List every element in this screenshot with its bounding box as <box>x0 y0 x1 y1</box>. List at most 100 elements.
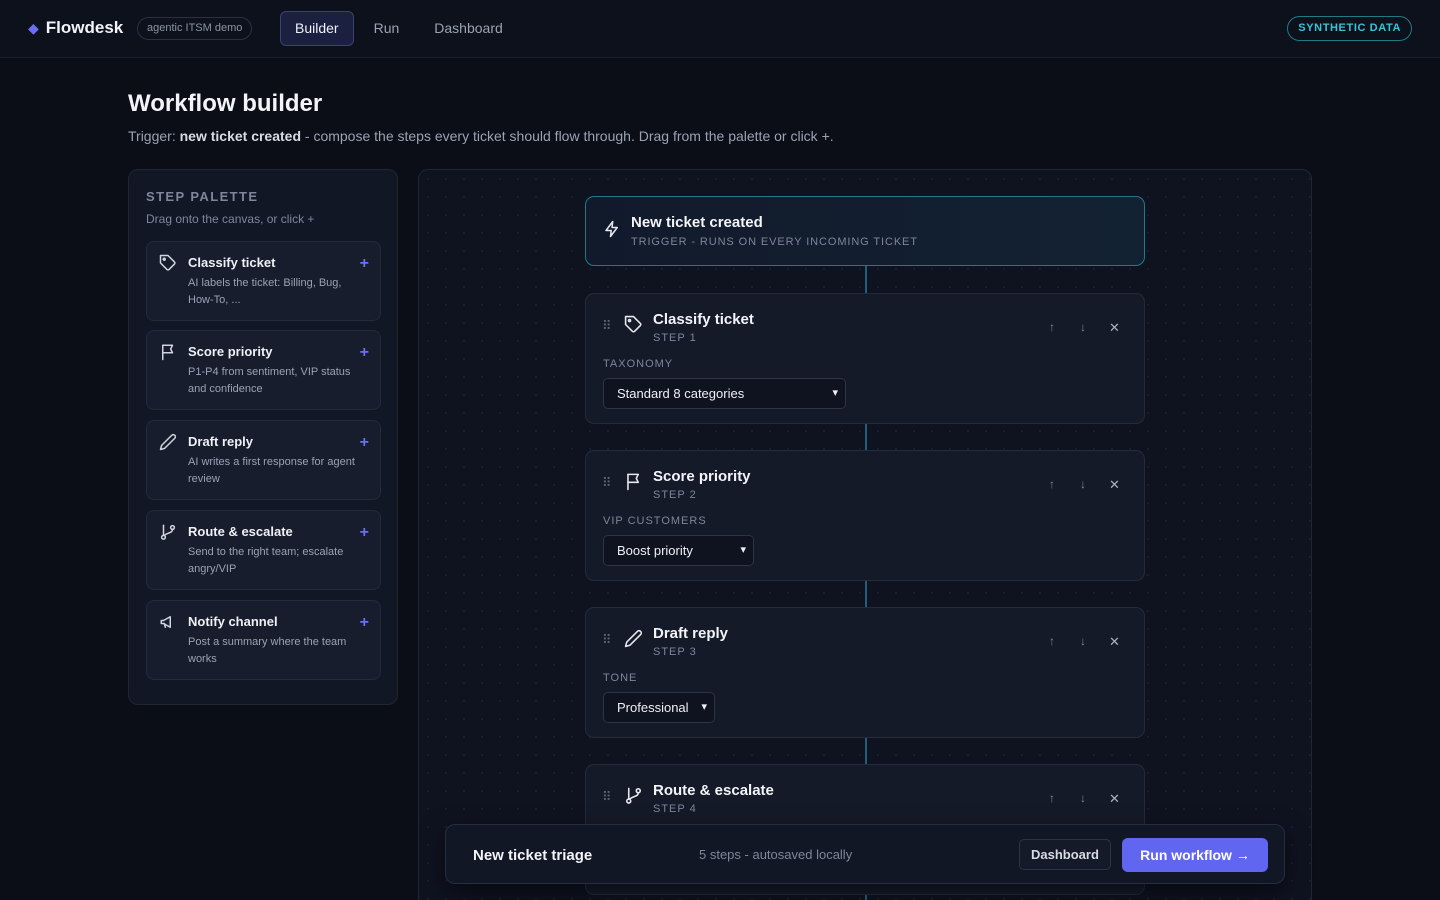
palette-item-priority[interactable]: Score priority P1-P4 from sentiment, VIP… <box>146 330 381 410</box>
tab-builder[interactable]: Builder <box>280 11 354 46</box>
palette-item-route[interactable]: Route & escalate Send to the right team;… <box>146 510 381 590</box>
workflow-action-bar: New ticket triage 5 steps - autosaved lo… <box>445 824 1285 884</box>
palette-item-desc: AI writes a first response for agent rev… <box>188 456 355 485</box>
step-number: STEP 4 <box>653 803 697 815</box>
move-down-button[interactable]: ↓ <box>1080 320 1086 334</box>
subtitle-rest: - compose the steps every ticket should … <box>301 128 834 144</box>
pencil-icon <box>159 433 177 451</box>
remove-step-button[interactable]: ✕ <box>1109 791 1120 807</box>
synthetic-data-badge: SYNTHETIC DATA <box>1287 16 1412 41</box>
palette-item-desc: AI labels the ticket: Billing, Bug, How-… <box>188 277 342 306</box>
palette-item-classify[interactable]: Classify ticket AI labels the ticket: Bi… <box>146 241 381 321</box>
connector-line <box>865 266 867 293</box>
step-title: Classify ticket <box>653 311 754 328</box>
megaphone-icon <box>159 613 177 631</box>
drag-handle-icon[interactable]: ⠿ <box>602 632 611 648</box>
brand[interactable]: ◆ Flowdesk <box>28 18 123 38</box>
move-up-button[interactable]: ↑ <box>1049 791 1055 805</box>
connector-line <box>865 580 867 607</box>
top-bar: ◆ Flowdesk agentic ITSM demo Builder Run… <box>0 0 1440 58</box>
palette-item-desc: Post a summary where the team works <box>188 636 347 665</box>
workflow-canvas[interactable]: New ticket created TRIGGER - RUNS ON EVE… <box>418 169 1312 900</box>
add-route-button[interactable]: + <box>360 524 369 542</box>
chevron-down-icon: ▾ <box>740 544 746 556</box>
tab-run[interactable]: Run <box>359 11 415 46</box>
palette-item-name: Route & escalate <box>188 524 293 539</box>
field-label: TAXONOMY <box>603 358 674 370</box>
palette-item-draft[interactable]: Draft reply AI writes a first response f… <box>146 420 381 500</box>
palette-item-name: Draft reply <box>188 434 254 449</box>
brand-name: Flowdesk <box>45 18 124 37</box>
step-card-draft[interactable]: ⠿ Draft reply STEP 3 ↑ ↓ ✕ TONE Professi… <box>585 607 1145 738</box>
trigger-subtitle: TRIGGER - RUNS ON EVERY INCOMING TICKET <box>631 236 918 248</box>
autosave-status: 5 steps - autosaved locally <box>699 847 853 862</box>
step-title: Score priority <box>653 468 751 485</box>
palette-item-name: Notify channel <box>188 614 278 629</box>
tag-icon <box>159 254 177 272</box>
add-classify-button[interactable]: + <box>360 255 369 273</box>
move-up-button[interactable]: ↑ <box>1049 477 1055 491</box>
palette-title: STEP PALETTE <box>146 189 259 204</box>
connector-line <box>865 737 867 764</box>
trigger-card[interactable]: New ticket created TRIGGER - RUNS ON EVE… <box>585 196 1145 266</box>
drag-handle-icon[interactable]: ⠿ <box>602 475 611 491</box>
remove-step-button[interactable]: ✕ <box>1109 477 1120 493</box>
tab-dashboard[interactable]: Dashboard <box>419 11 518 46</box>
trigger-title: New ticket created <box>631 214 763 231</box>
palette-item-desc: Send to the right team; escalate angry/V… <box>188 546 344 575</box>
move-down-button[interactable]: ↓ <box>1080 634 1086 648</box>
move-down-button[interactable]: ↓ <box>1080 791 1086 805</box>
palette-item-name: Score priority <box>188 344 273 359</box>
palette-item-notify[interactable]: Notify channel Post a summary where the … <box>146 600 381 680</box>
palette-hint: Drag onto the canvas, or click + <box>146 212 315 226</box>
remove-step-button[interactable]: ✕ <box>1109 320 1120 336</box>
step-number: STEP 3 <box>653 646 697 658</box>
palette-item-desc: P1-P4 from sentiment, VIP status and con… <box>188 366 351 395</box>
demo-badge: agentic ITSM demo <box>137 17 253 40</box>
field-label: VIP CUSTOMERS <box>603 515 707 527</box>
select-value: Boost priority <box>617 543 693 558</box>
tone-select[interactable]: Professional ▾ <box>603 692 715 723</box>
move-up-button[interactable]: ↑ <box>1049 634 1055 648</box>
vip-customers-select[interactable]: Boost priority ▾ <box>603 535 754 566</box>
diamond-logo-icon: ◆ <box>28 19 39 36</box>
main-nav: Builder Run Dashboard <box>280 11 523 46</box>
move-down-button[interactable]: ↓ <box>1080 477 1086 491</box>
subtitle-prefix: Trigger: <box>128 128 180 144</box>
select-value: Professional <box>617 700 689 715</box>
remove-step-button[interactable]: ✕ <box>1109 634 1120 650</box>
lightning-icon <box>603 220 621 238</box>
step-title: Route & escalate <box>653 782 774 799</box>
connector-line <box>865 423 867 450</box>
step-title: Draft reply <box>653 625 729 642</box>
step-card-priority[interactable]: ⠿ Score priority STEP 2 ↑ ↓ ✕ VIP CUSTOM… <box>585 450 1145 581</box>
select-value: Standard 8 categories <box>617 386 745 401</box>
step-card-classify[interactable]: ⠿ Classify ticket STEP 1 ↑ ↓ ✕ TAXONOMY … <box>585 293 1145 424</box>
move-up-button[interactable]: ↑ <box>1049 320 1055 334</box>
chevron-down-icon: ▾ <box>701 701 707 713</box>
flag-icon <box>624 472 643 491</box>
drag-handle-icon[interactable]: ⠿ <box>602 318 611 334</box>
pencil-icon <box>624 629 643 648</box>
flag-icon <box>159 343 177 361</box>
page-title: Workflow builder <box>128 90 323 117</box>
palette-item-name: Classify ticket <box>188 255 276 270</box>
step-number: STEP 1 <box>653 332 697 344</box>
step-palette: STEP PALETTE Drag onto the canvas, or cl… <box>128 169 398 705</box>
dashboard-button[interactable]: Dashboard <box>1019 839 1111 870</box>
workflow-name[interactable]: New ticket triage <box>473 847 592 864</box>
step-number: STEP 2 <box>653 489 697 501</box>
page-subtitle: Trigger: new ticket created - compose th… <box>128 128 834 144</box>
chevron-down-icon: ▾ <box>832 387 838 399</box>
branch-icon <box>624 786 643 805</box>
drag-handle-icon[interactable]: ⠿ <box>602 789 611 805</box>
tag-icon <box>624 315 643 334</box>
branch-icon <box>159 523 177 541</box>
field-label: TONE <box>603 672 638 684</box>
add-draft-button[interactable]: + <box>360 434 369 452</box>
run-workflow-button[interactable]: Run workflow → <box>1122 838 1268 872</box>
add-priority-button[interactable]: + <box>360 344 369 362</box>
add-notify-button[interactable]: + <box>360 614 369 632</box>
taxonomy-select[interactable]: Standard 8 categories ▾ <box>603 378 846 409</box>
subtitle-trigger: new ticket created <box>179 128 301 144</box>
